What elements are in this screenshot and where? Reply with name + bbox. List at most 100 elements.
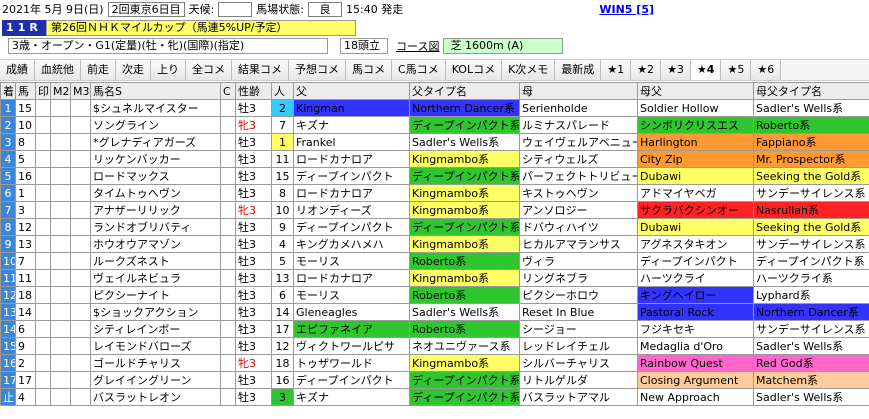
column-header[interactable]: 母父 <box>637 82 754 100</box>
mark-cell[interactable] <box>35 252 51 270</box>
mark2-cell[interactable] <box>50 184 71 202</box>
mark-cell[interactable] <box>35 201 51 219</box>
table-row[interactable]: 107 ルークズネスト牡35モーリスRoberto系ヴィラディープインパクトディー… <box>0 252 869 270</box>
table-row[interactable]: 9 13 ホウオウアマゾン 牡3 4 キングカメハメハ Kingmambo系 ヒカルアマランサ… <box>0 235 869 253</box>
mark-cell[interactable] <box>35 150 51 168</box>
horse-name-cell[interactable]: ホウオウアマゾン <box>90 235 221 253</box>
column-header[interactable]: 馬名S <box>90 82 221 100</box>
mark-cell[interactable] <box>35 235 51 253</box>
mark2-cell[interactable] <box>50 354 71 372</box>
mark2-cell[interactable] <box>50 218 71 236</box>
mark2-cell[interactable] <box>50 201 71 219</box>
mark2-cell[interactable] <box>50 320 71 338</box>
toolbar-tab[interactable]: 血統他 <box>35 60 81 80</box>
table-row[interactable]: 1218 ピクシーナイト牡36モーリスRoberto系ピクシーホロウキングヘイロー… <box>0 286 869 304</box>
toolbar-tab[interactable]: 最新成 <box>555 60 602 80</box>
table-row[interactable]: 8 12 ランドオブリバティ 牡3 9 ディープインパクト ディープインパクト系 ドバウィハイ… <box>0 218 869 236</box>
mark-cell[interactable] <box>35 99 51 117</box>
horse-name-cell[interactable]: $ショックアクション <box>90 303 221 321</box>
mark2-cell[interactable] <box>50 133 71 151</box>
horse-name-cell[interactable]: *グレナディアガーズ <box>90 133 221 151</box>
mark3-cell[interactable] <box>70 252 91 270</box>
mark-cell[interactable] <box>35 354 51 372</box>
toolbar-tab[interactable]: 次走 <box>116 60 151 80</box>
toolbar-tab[interactable]: 全コメ <box>186 60 232 80</box>
mark2-cell[interactable] <box>50 269 71 287</box>
mark3-cell[interactable] <box>70 184 91 202</box>
mark-cell[interactable] <box>35 320 51 338</box>
mark-cell[interactable] <box>35 303 51 321</box>
column-header[interactable]: 印 <box>35 82 51 100</box>
mark3-cell[interactable] <box>70 99 91 117</box>
toolbar-tab[interactable]: 結果コメ <box>232 60 289 80</box>
horse-name-cell[interactable]: ルークズネスト <box>90 252 221 270</box>
mark2-cell[interactable] <box>50 388 71 406</box>
mark-cell[interactable] <box>35 269 51 287</box>
column-header[interactable]: 着 <box>0 82 16 100</box>
mark2-cell[interactable] <box>50 303 71 321</box>
column-header[interactable]: 人 <box>271 82 294 100</box>
toolbar-tab[interactable]: ★5 <box>721 60 752 80</box>
toolbar-tab[interactable]: ★3 <box>661 60 691 80</box>
mark3-cell[interactable] <box>70 201 91 219</box>
toolbar-tab[interactable]: 予想コメ <box>289 60 346 80</box>
horse-name-cell[interactable]: ピクシーナイト <box>90 286 221 304</box>
table-row[interactable]: 3 8 *グレナディアガーズ 牡3 1 Frankel Sadler's Wells系 ウェイ… <box>0 133 869 151</box>
mark3-cell[interactable] <box>70 150 91 168</box>
horse-name-cell[interactable]: グレイイングリーン <box>90 371 221 389</box>
table-row[interactable]: 止 4 バスラットレオン 牡3 3 キズナ ディープインパクト系 バスラットアマル New Ap… <box>0 388 869 406</box>
mark3-cell[interactable] <box>70 235 91 253</box>
toolbar-tab[interactable]: K次メモ <box>502 60 556 80</box>
mark3-cell[interactable] <box>70 337 91 355</box>
mark-cell[interactable] <box>35 388 51 406</box>
toolbar-tab[interactable]: ★6 <box>751 60 782 80</box>
horse-name-cell[interactable]: ソングライン <box>90 116 221 134</box>
column-header[interactable]: M3 <box>70 82 91 100</box>
mark2-cell[interactable] <box>50 150 71 168</box>
mark-cell[interactable] <box>35 286 51 304</box>
mark3-cell[interactable] <box>70 303 91 321</box>
mark2-cell[interactable] <box>50 116 71 134</box>
mark3-cell[interactable] <box>70 269 91 287</box>
toolbar-tab[interactable]: 成績 <box>0 60 35 80</box>
toolbar-tab[interactable]: ★1 <box>601 60 632 80</box>
column-header[interactable]: 父 <box>293 82 410 100</box>
win5-link[interactable]: WIN5 [5] <box>599 3 654 16</box>
mark-cell[interactable] <box>35 184 51 202</box>
toolbar-tab[interactable]: 馬コメ <box>346 60 392 80</box>
horse-name-cell[interactable]: バスラットレオン <box>90 388 221 406</box>
mark3-cell[interactable] <box>70 167 91 185</box>
mark3-cell[interactable] <box>70 218 91 236</box>
mark3-cell[interactable] <box>70 116 91 134</box>
mark-cell[interactable] <box>35 218 51 236</box>
mark-cell[interactable] <box>35 337 51 355</box>
horse-name-cell[interactable]: ゴールドチャリス <box>90 354 221 372</box>
toolbar-tab[interactable]: 前走 <box>81 60 116 80</box>
mark2-cell[interactable] <box>50 99 71 117</box>
horse-name-cell[interactable]: ランドオブリバティ <box>90 218 221 236</box>
horse-name-cell[interactable]: ロードマックス <box>90 167 221 185</box>
table-row[interactable]: 146 シティレインボー牡317エピファネイアRoberto系シージョーフジキセキ… <box>0 320 869 338</box>
horse-name-cell[interactable]: アナザーリリック <box>90 201 221 219</box>
mark3-cell[interactable] <box>70 388 91 406</box>
mark-cell[interactable] <box>35 167 51 185</box>
horse-name-cell[interactable]: リッケンバッカー <box>90 150 221 168</box>
table-row[interactable]: 2 10 ソングライン 牝3 7 キズナ ディープインパクト系 ルミナスパレード シンボリクリス… <box>0 116 869 134</box>
mark2-cell[interactable] <box>50 337 71 355</box>
table-row[interactable]: 1111ヴェイルネビュラ牡313ロードカナロアKingmambo系リングネブラハ… <box>0 269 869 287</box>
mark3-cell[interactable] <box>70 354 91 372</box>
table-row[interactable]: 7 3 アナザーリリック 牝3 10 リオンディーズ Kingmambo系 アンソロジー サクラ… <box>0 201 869 219</box>
mark-cell[interactable] <box>35 133 51 151</box>
horse-name-cell[interactable]: シティレインボー <box>90 320 221 338</box>
column-header[interactable]: 馬 <box>15 82 36 100</box>
column-header[interactable]: 母 <box>519 82 638 100</box>
table-row[interactable]: 159 レイモンドバローズ牡312ヴィクトワールピサネオユニヴァース系レッドレイチ… <box>0 337 869 355</box>
table-row[interactable]: 1717 グレイイングリーン牡316ディープインパクトディープインパクト系リトルゲ… <box>0 371 869 389</box>
horse-name-cell[interactable]: $シュネルマイスター <box>90 99 221 117</box>
mark-cell[interactable] <box>35 116 51 134</box>
mark3-cell[interactable] <box>70 133 91 151</box>
table-row[interactable]: 6 1 タイムトゥヘヴン 牡3 8 ロードカナロア Kingmambo系 キストゥヘヴン アドマ… <box>0 184 869 202</box>
mark2-cell[interactable] <box>50 167 71 185</box>
mark-cell[interactable] <box>35 371 51 389</box>
mark3-cell[interactable] <box>70 371 91 389</box>
